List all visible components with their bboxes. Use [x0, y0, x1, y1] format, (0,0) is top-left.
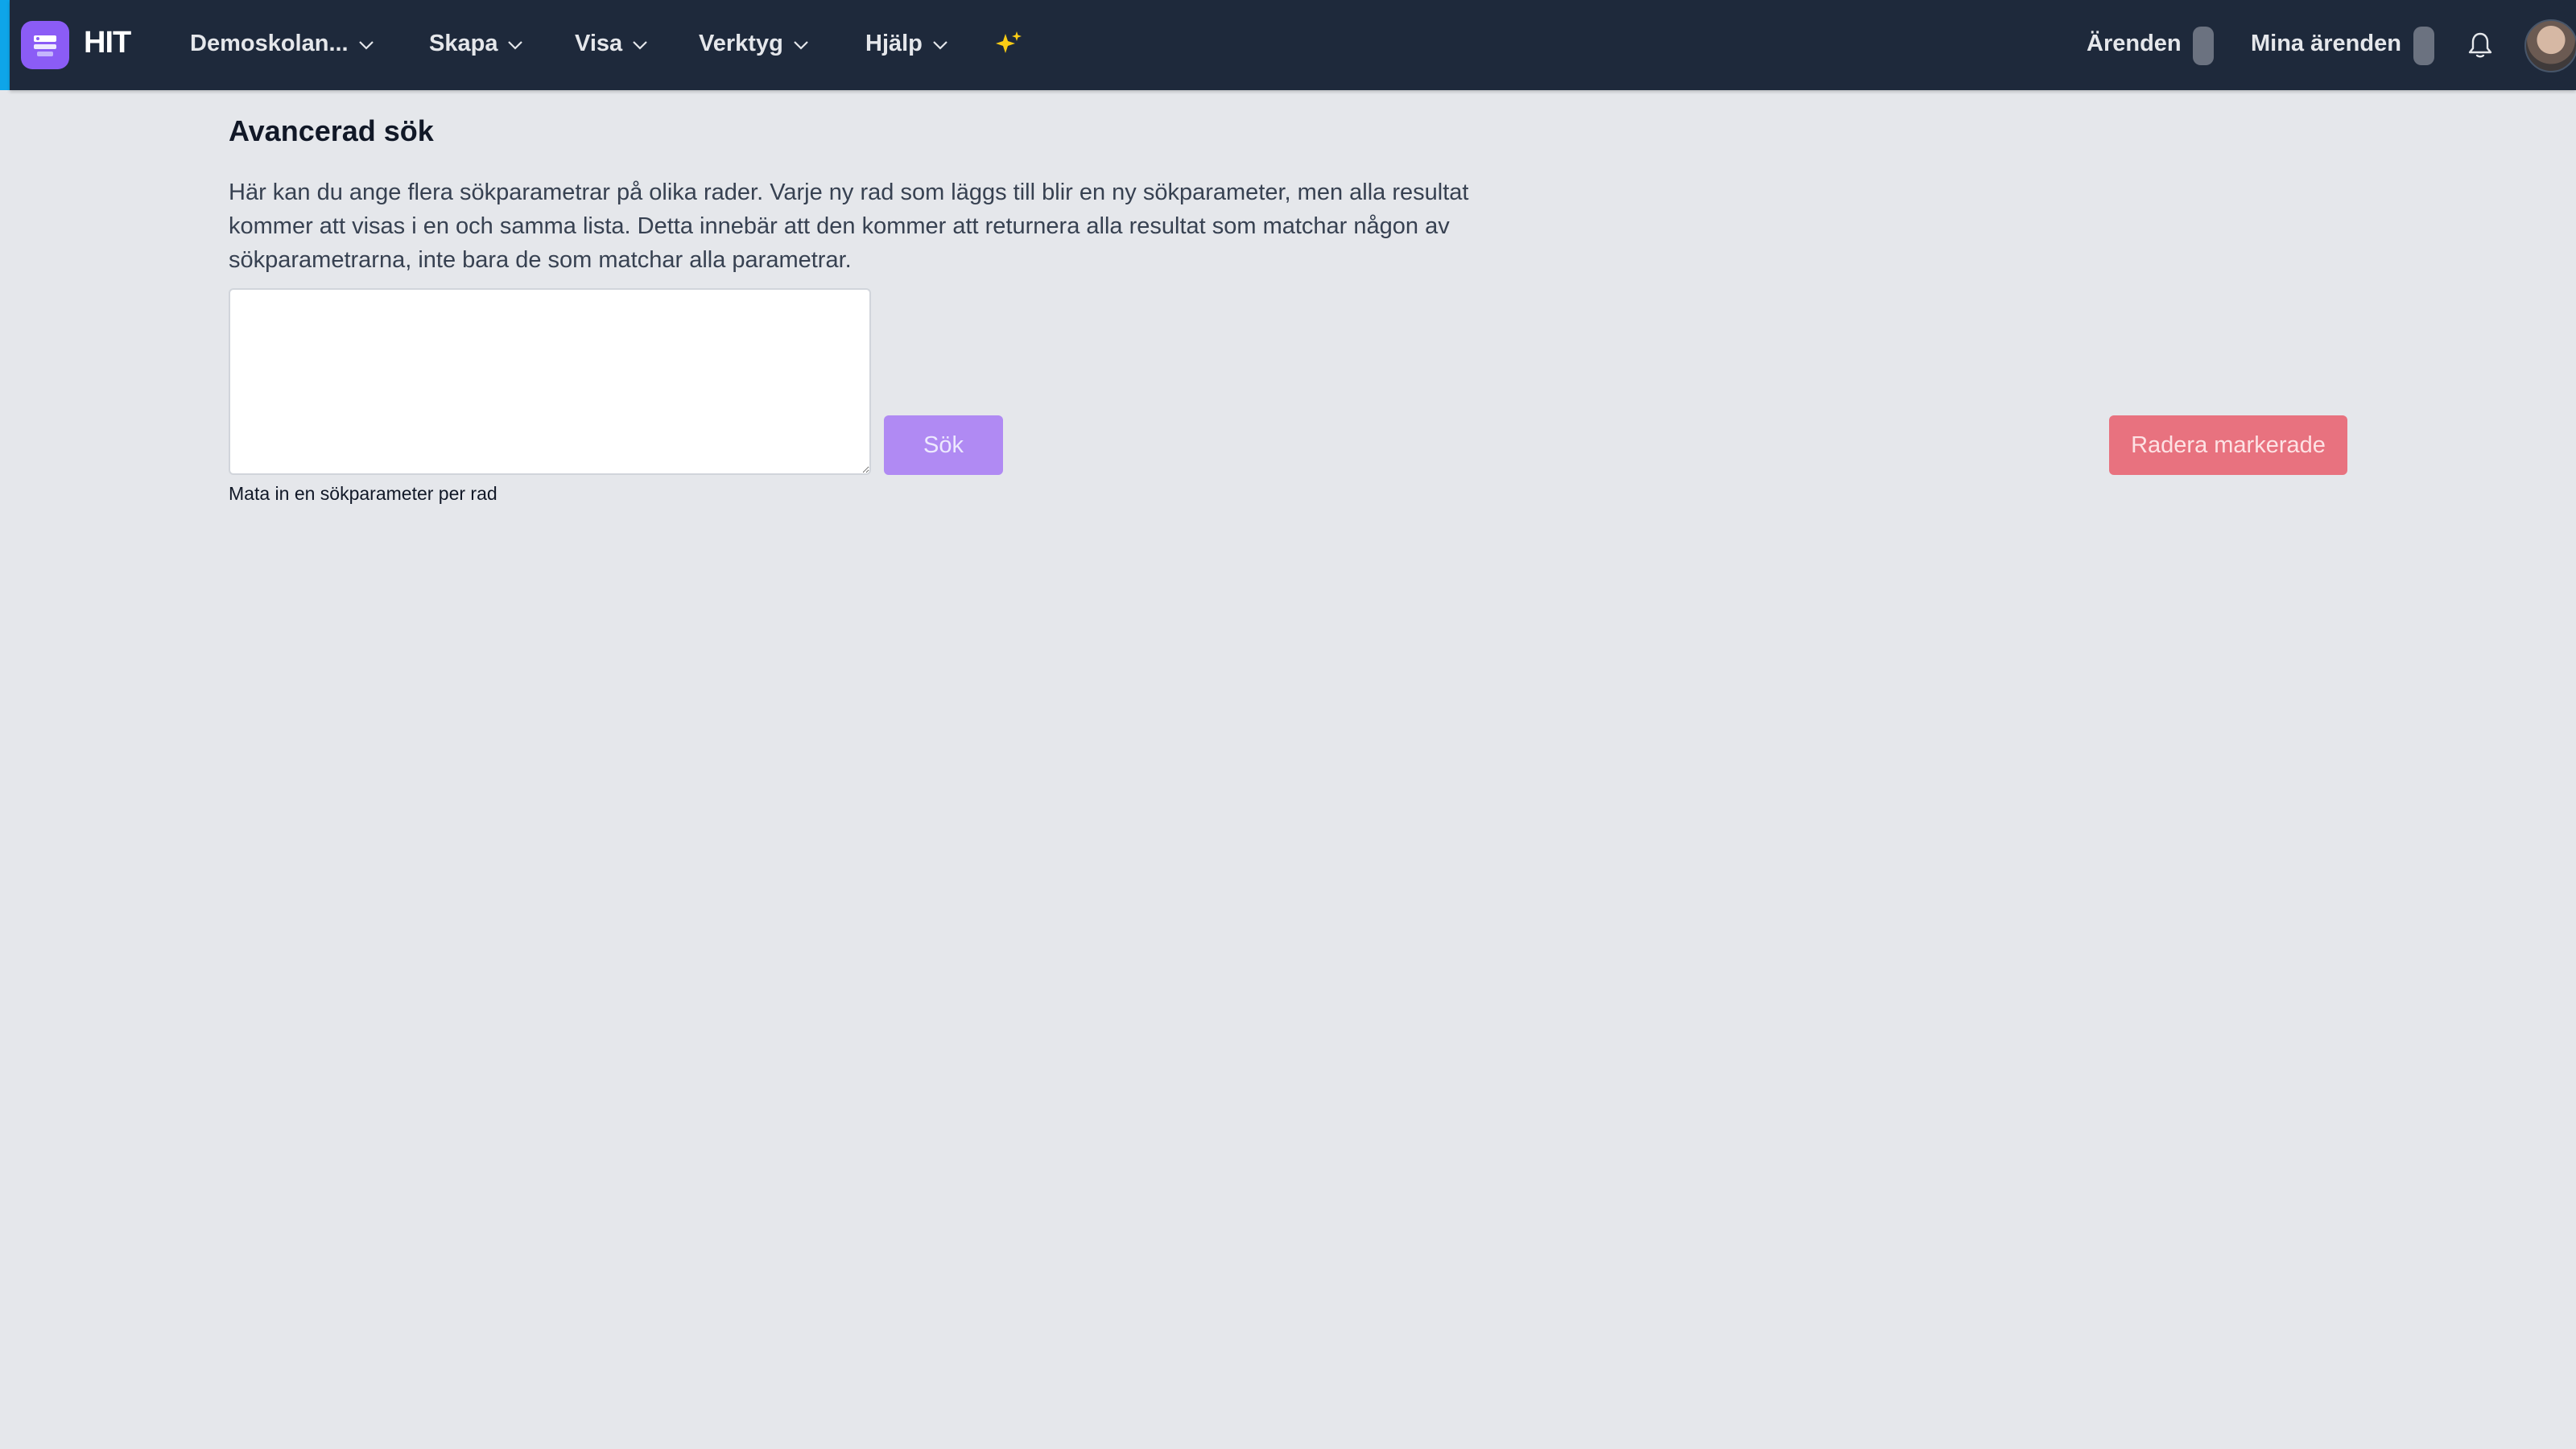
nav-view-label: Visa [575, 31, 623, 56]
bell-icon[interactable] [2467, 31, 2494, 60]
sparkles-icon[interactable] [993, 29, 1024, 60]
my-tickets-link[interactable]: Mina ärenden [2251, 31, 2401, 57]
nav-school-menu[interactable]: Demoskolan... [190, 31, 374, 57]
nav-create-label: Skapa [429, 31, 498, 56]
page-title: Avancerad sök [229, 114, 434, 147]
delete-selected-button[interactable]: Radera markerade [2109, 415, 2347, 475]
search-helper-text: Mata in en sökparameter per rad [229, 483, 497, 504]
nav-view-menu[interactable]: Visa [575, 31, 648, 57]
app-logo-icon[interactable] [21, 21, 69, 69]
my-tickets-count-badge [2413, 27, 2434, 65]
nav-create-menu[interactable]: Skapa [429, 31, 523, 57]
avatar[interactable] [2524, 19, 2576, 72]
search-parameters-input[interactable] [229, 288, 871, 475]
chevron-down-icon [507, 31, 523, 57]
nav-tools-menu[interactable]: Verktyg [699, 31, 809, 57]
chevron-down-icon [358, 31, 374, 57]
nav-tools-label: Verktyg [699, 31, 783, 56]
nav-school-label: Demoskolan... [190, 31, 349, 56]
chevron-down-icon [793, 31, 809, 57]
nav-help-menu[interactable]: Hjälp [865, 31, 948, 57]
chevron-down-icon [932, 31, 948, 57]
top-navigation-bar: HIT Demoskolan... Skapa Visa Verktyg Hjä… [10, 0, 2576, 90]
app-name[interactable]: HIT [84, 26, 131, 60]
tickets-link[interactable]: Ärenden [2087, 31, 2182, 57]
search-description: Här kan du ange flera sökparametrar på o… [229, 180, 1469, 273]
accent-strip [0, 0, 10, 90]
chevron-down-icon [632, 31, 648, 57]
nav-help-label: Hjälp [865, 31, 923, 56]
search-button[interactable]: Sök [884, 415, 1003, 475]
tickets-count-badge [2193, 27, 2214, 65]
